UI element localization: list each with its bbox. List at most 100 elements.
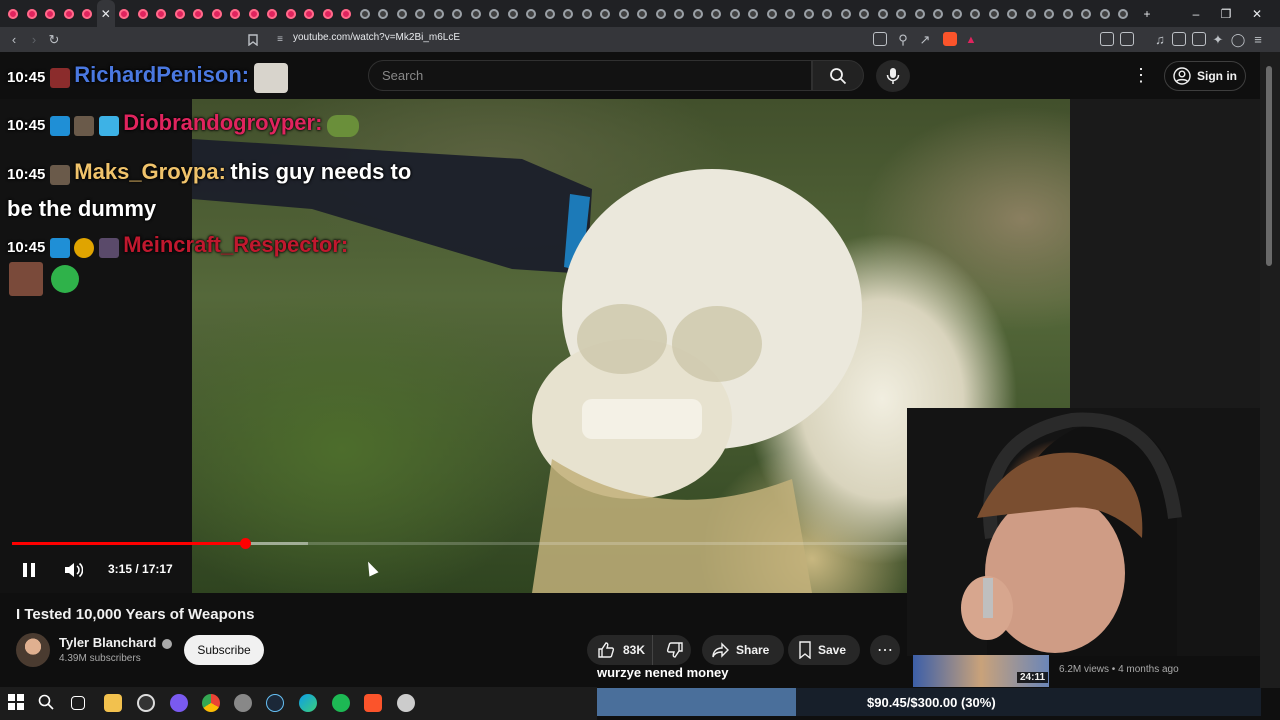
- app-icon[interactable]: [397, 694, 415, 712]
- browser-tab[interactable]: [337, 0, 356, 27]
- bookmark-icon[interactable]: [243, 30, 263, 50]
- browser-tab[interactable]: [504, 0, 523, 27]
- dislike-button[interactable]: [659, 635, 692, 665]
- page-scrollbar[interactable]: [1260, 52, 1280, 688]
- windows-start-icon[interactable]: [8, 694, 26, 712]
- active-browser-tab[interactable]: ✕: [96, 0, 115, 27]
- more-actions-icon[interactable]: ⋯: [870, 635, 900, 665]
- subscribe-button[interactable]: Subscribe: [184, 635, 264, 665]
- browser-tab[interactable]: [1077, 0, 1096, 27]
- chat-username[interactable]: Meincraft_Respector: [123, 232, 341, 257]
- search-input[interactable]: Search: [368, 60, 812, 91]
- browser-tab[interactable]: [559, 0, 578, 27]
- restore-button[interactable]: ❐: [1211, 0, 1241, 27]
- browser-tab[interactable]: [837, 0, 856, 27]
- brave-shields-icon[interactable]: [943, 32, 957, 46]
- leo-ai-icon[interactable]: ✦: [1208, 30, 1228, 50]
- pause-button[interactable]: [16, 558, 42, 582]
- back-icon[interactable]: ‹: [4, 30, 24, 50]
- browser-tab[interactable]: [189, 0, 208, 27]
- vpn-icon[interactable]: ◯: [1228, 30, 1248, 50]
- search-icon[interactable]: [38, 694, 56, 712]
- browser-tab[interactable]: [966, 0, 985, 27]
- video-progress-bar[interactable]: [12, 538, 908, 549]
- browser-tab[interactable]: [763, 0, 782, 27]
- wallet-icon[interactable]: [1192, 32, 1206, 46]
- browser-tab[interactable]: [78, 0, 97, 27]
- save-button[interactable]: Save: [788, 635, 860, 665]
- channel-name[interactable]: Tyler Blanchard: [59, 635, 172, 650]
- edge-icon[interactable]: [299, 694, 317, 712]
- browser-tab[interactable]: [689, 0, 708, 27]
- browser-tab[interactable]: [60, 0, 79, 27]
- chat-username[interactable]: Maks_Groypa: [74, 159, 218, 184]
- like-button[interactable]: 83K: [587, 635, 653, 665]
- zoom-icon[interactable]: ⚲: [893, 30, 913, 50]
- forward-icon[interactable]: ›: [24, 30, 44, 50]
- browser-tab[interactable]: [171, 0, 190, 27]
- scrollbar-thumb[interactable]: [1266, 66, 1272, 266]
- browser-tab[interactable]: [485, 0, 504, 27]
- browser-tab[interactable]: [1096, 0, 1115, 27]
- new-tab-button[interactable]: +: [1132, 0, 1162, 27]
- browser-tab[interactable]: [356, 0, 375, 27]
- share-button[interactable]: Share: [702, 635, 784, 665]
- chrome-icon[interactable]: [202, 694, 220, 712]
- browser-tab[interactable]: [448, 0, 467, 27]
- file-explorer-icon[interactable]: [104, 694, 122, 712]
- app-icon[interactable]: [234, 694, 252, 712]
- voice-search-button[interactable]: [876, 60, 910, 92]
- browser-tab[interactable]: [874, 0, 893, 27]
- browser-tab[interactable]: [726, 0, 745, 27]
- mute-button[interactable]: [60, 558, 86, 582]
- site-settings-icon[interactable]: ≡: [270, 30, 290, 50]
- browser-tab[interactable]: [929, 0, 948, 27]
- settings-kebab-icon[interactable]: ⋮: [1131, 66, 1151, 86]
- browser-tab[interactable]: [596, 0, 615, 27]
- browser-tab[interactable]: [23, 0, 42, 27]
- browser-tab[interactable]: [134, 0, 153, 27]
- extensions-icon[interactable]: [1100, 32, 1114, 46]
- browser-tab[interactable]: [541, 0, 560, 27]
- browser-tab[interactable]: [1114, 0, 1133, 27]
- browser-tab[interactable]: [707, 0, 726, 27]
- cast-icon[interactable]: [873, 32, 887, 46]
- browser-tab[interactable]: [226, 0, 245, 27]
- browser-tab[interactable]: [615, 0, 634, 27]
- browser-tab[interactable]: [467, 0, 486, 27]
- browser-tab[interactable]: [670, 0, 689, 27]
- sign-in-button[interactable]: Sign in: [1164, 61, 1246, 91]
- browser-tab[interactable]: [781, 0, 800, 27]
- discord-icon[interactable]: [170, 694, 188, 712]
- browser-tab[interactable]: [892, 0, 911, 27]
- browser-tab[interactable]: [633, 0, 652, 27]
- browser-tab[interactable]: [522, 0, 541, 27]
- browser-tab[interactable]: [319, 0, 338, 27]
- browser-tab[interactable]: [374, 0, 393, 27]
- browser-tab[interactable]: [1040, 0, 1059, 27]
- reload-icon[interactable]: ↻: [44, 30, 64, 50]
- chat-username[interactable]: RichardPenison: [74, 62, 241, 87]
- browser-tab[interactable]: [115, 0, 134, 27]
- menu-icon[interactable]: ≡: [1248, 30, 1268, 50]
- browser-tab[interactable]: [948, 0, 967, 27]
- browser-tab[interactable]: [652, 0, 671, 27]
- browser-tab[interactable]: [1022, 0, 1041, 27]
- browser-tab[interactable]: [800, 0, 819, 27]
- browser-tab[interactable]: [152, 0, 171, 27]
- steam-icon[interactable]: [266, 694, 284, 712]
- browser-tab[interactable]: [855, 0, 874, 27]
- brave-icon[interactable]: [364, 694, 382, 712]
- browser-tab[interactable]: [263, 0, 282, 27]
- progress-scrubber-handle[interactable]: [239, 538, 251, 549]
- browser-tab[interactable]: [300, 0, 319, 27]
- browser-tab[interactable]: [208, 0, 227, 27]
- browser-tab[interactable]: [578, 0, 597, 27]
- share-page-icon[interactable]: ↗: [915, 30, 935, 50]
- browser-tab[interactable]: [4, 0, 23, 27]
- browser-tab[interactable]: [1003, 0, 1022, 27]
- sidebar-icon[interactable]: [1172, 32, 1186, 46]
- spotify-icon[interactable]: [332, 694, 350, 712]
- browser-tab[interactable]: [430, 0, 449, 27]
- browser-tab[interactable]: [744, 0, 763, 27]
